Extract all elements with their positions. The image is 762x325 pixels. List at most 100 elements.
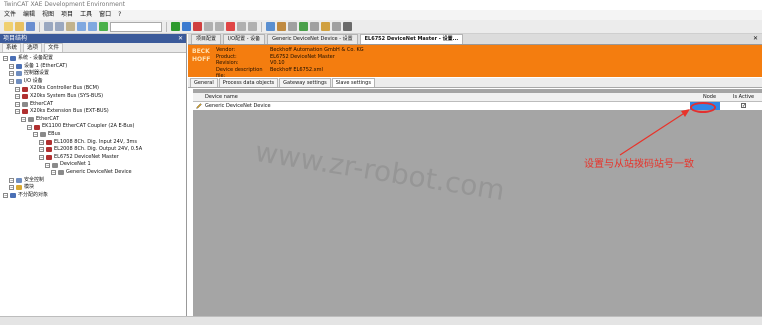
tree-node-label: 不分配的对象 — [18, 191, 49, 198]
scan-icon[interactable] — [266, 22, 275, 31]
document-tab[interactable]: 项目配置 — [191, 34, 222, 44]
tree-node[interactable]: − 模块 — [9, 184, 34, 192]
settings-tab[interactable]: Gateway settings — [279, 78, 331, 87]
device-info-value: EL6752 DeviceNet Master — [270, 53, 335, 60]
column-node[interactable]: Node — [703, 93, 716, 101]
login-icon[interactable] — [204, 22, 213, 31]
menu-window[interactable]: 窗口 — [99, 10, 111, 20]
tree-node[interactable]: − EL6752 DeviceNet Master — [39, 154, 119, 162]
stop-icon[interactable] — [193, 22, 202, 31]
tree-node[interactable]: − EtherCAT — [21, 116, 59, 124]
activate-config-icon[interactable] — [171, 22, 180, 31]
expand-toggle-icon[interactable]: − — [9, 177, 14, 183]
undo-icon[interactable] — [77, 22, 86, 31]
open-folder-icon[interactable] — [15, 22, 24, 31]
tree-node-label: EtherCAT — [30, 100, 53, 107]
expand-toggle-icon[interactable]: − — [39, 155, 44, 161]
toolbar-separator — [39, 21, 40, 32]
document-tab[interactable]: EL6752 DeviceNet Master - 设置... — [359, 34, 464, 44]
settings-tabs: General Process data objects Gateway setti… — [188, 78, 762, 88]
beckhoff-logo: BECK HOFF — [192, 48, 211, 63]
menu-file[interactable]: 文件 — [4, 10, 16, 20]
menu-bar: 文件 编辑 视图 项目 工具 窗口 ? — [0, 10, 762, 20]
tree-node[interactable]: − 系统 - 设备配置 — [3, 55, 53, 63]
close-icon[interactable]: ✕ — [753, 35, 758, 42]
run-icon[interactable] — [99, 22, 108, 31]
expand-toggle-icon[interactable]: − — [21, 117, 26, 123]
tree-node[interactable]: − X20ks Extension Bus (EXT-BUS) — [15, 108, 109, 116]
tool-icon[interactable] — [288, 22, 297, 31]
settings-tab[interactable]: Slave settings — [331, 78, 375, 87]
tool-icon[interactable] — [321, 22, 330, 31]
tree-node[interactable]: − EL1008 8Ch. Dig. Input 24V, 3ms — [39, 139, 137, 147]
tree-node[interactable]: − X20ks System Bus (SYS-BUS) — [15, 93, 103, 101]
expand-toggle-icon[interactable]: − — [15, 109, 20, 115]
menu-tools[interactable]: 工具 — [80, 10, 92, 20]
document-tab[interactable]: Generic DeviceNet Device - 设置 — [267, 34, 358, 44]
restart-icon[interactable] — [182, 22, 191, 31]
close-icon[interactable]: ✕ — [178, 34, 183, 43]
tree-node[interactable]: − EtherCAT — [15, 101, 53, 109]
tree-node[interactable]: − Generic DeviceNet Device — [51, 169, 132, 177]
expand-toggle-icon[interactable]: − — [39, 147, 44, 153]
menu-project[interactable]: 项目 — [61, 10, 73, 20]
toolbar-separator — [166, 21, 167, 32]
menu-view[interactable]: 视图 — [42, 10, 54, 20]
table-row[interactable]: Generic DeviceNet Device ✓ — [193, 102, 762, 110]
settings-tab[interactable]: Process data objects — [218, 78, 279, 87]
menu-edit[interactable]: 编辑 — [23, 10, 35, 20]
tree-node-icon — [16, 79, 22, 85]
cut-icon[interactable] — [44, 22, 53, 31]
tree-node[interactable]: − 不分配的对象 — [3, 192, 48, 200]
expand-toggle-icon[interactable]: − — [27, 124, 32, 130]
document-tab[interactable]: I/O配置 - 设备 — [223, 34, 266, 44]
tab-system[interactable]: 系统 — [2, 43, 22, 52]
column-is-active[interactable]: Is Active — [733, 93, 754, 101]
tree-node-label: I/O 设备 — [24, 77, 43, 84]
new-file-icon[interactable] — [4, 22, 13, 31]
expand-toggle-icon[interactable]: − — [51, 170, 56, 176]
expand-toggle-icon[interactable]: − — [9, 185, 14, 191]
tree-node[interactable]: − X20ks Controller Bus (BCM) — [15, 85, 99, 93]
expand-toggle-icon[interactable]: − — [9, 79, 14, 85]
expand-toggle-icon[interactable]: − — [15, 94, 20, 100]
tab-options[interactable]: 选项 — [23, 43, 43, 52]
settings-tab[interactable]: General — [190, 78, 218, 87]
step-over-icon[interactable] — [248, 22, 257, 31]
tree-node[interactable]: − I/O 设备 — [9, 78, 43, 86]
step-icon[interactable] — [237, 22, 246, 31]
tree-node[interactable]: − 控制器设置 — [9, 70, 49, 78]
expand-toggle-icon[interactable]: − — [3, 193, 8, 199]
tool-icon[interactable] — [310, 22, 319, 31]
tree-node-label: X20ks Controller Bus (BCM) — [30, 85, 99, 92]
expand-toggle-icon[interactable]: − — [15, 101, 20, 107]
tool-icon[interactable] — [299, 22, 308, 31]
expand-toggle-icon[interactable]: − — [39, 139, 44, 145]
copy-icon[interactable] — [55, 22, 64, 31]
column-device-name[interactable]: Device name — [205, 93, 238, 101]
tree-node-icon — [46, 155, 52, 161]
tree-node[interactable]: − EL2008 8Ch. Dig. Output 24V, 0.5A — [39, 146, 142, 154]
is-active-checkbox[interactable]: ✓ — [741, 103, 746, 109]
expand-toggle-icon[interactable]: − — [3, 56, 8, 62]
tree-node[interactable]: − EBus — [33, 131, 60, 139]
expand-toggle-icon[interactable]: − — [33, 132, 38, 138]
tool-icon[interactable] — [332, 22, 341, 31]
tree-node[interactable]: − DeviceNet 1 — [45, 161, 91, 169]
expand-toggle-icon[interactable]: − — [45, 162, 50, 168]
settings-icon[interactable] — [343, 22, 352, 31]
redo-icon[interactable] — [88, 22, 97, 31]
menu-help[interactable]: ? — [118, 10, 121, 20]
expand-toggle-icon[interactable]: − — [9, 63, 14, 69]
edit-icon — [196, 103, 202, 109]
paste-icon[interactable] — [66, 22, 75, 31]
tool-icon[interactable] — [277, 22, 286, 31]
config-combo[interactable] — [110, 21, 162, 32]
save-icon[interactable] — [26, 22, 35, 31]
tree-node[interactable]: − EK1100 EtherCAT Coupler (2A E-Bus) — [27, 123, 134, 131]
logout-icon[interactable] — [215, 22, 224, 31]
expand-toggle-icon[interactable]: − — [15, 86, 20, 92]
expand-toggle-icon[interactable]: − — [9, 71, 14, 77]
tab-files[interactable]: 文件 — [44, 43, 64, 52]
breakpoint-icon[interactable] — [226, 22, 235, 31]
